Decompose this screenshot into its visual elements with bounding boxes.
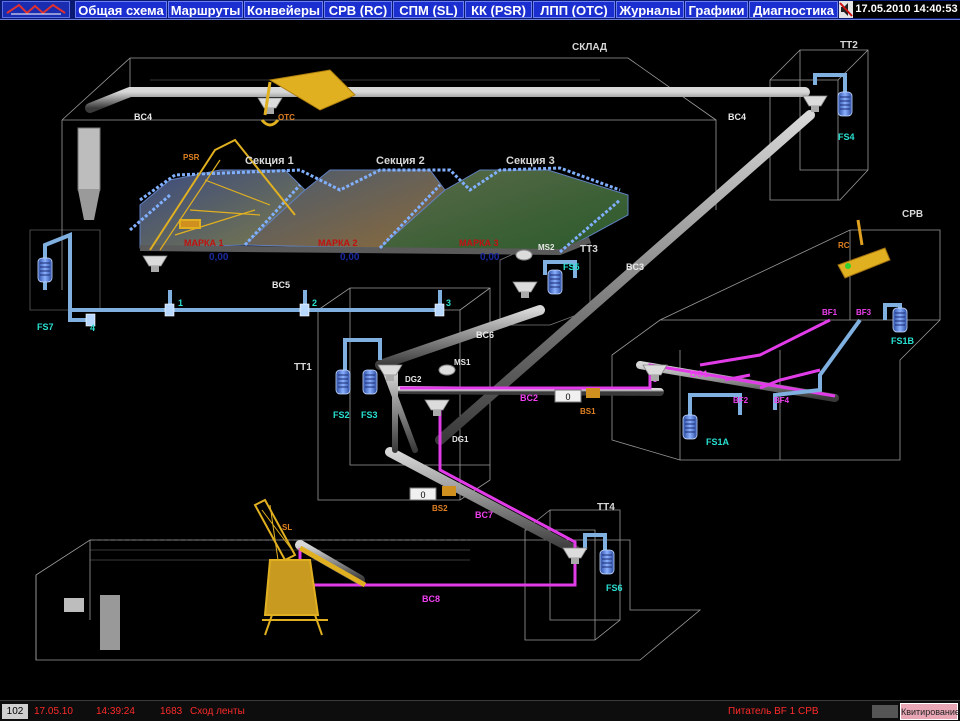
label-bf1: BF1 — [822, 308, 838, 317]
label-pipe1: 1 — [178, 298, 183, 308]
menu-overview[interactable]: Общая схема — [75, 1, 167, 18]
value-marka1: 0,00 — [209, 252, 229, 263]
label-section2: Секция 2 — [376, 155, 425, 167]
label-tt2: ТТ2 — [840, 40, 858, 51]
value-marka3: 0,00 — [480, 252, 500, 263]
label-marka3: МАРКА 3 — [459, 238, 499, 248]
tt2-frame — [769, 49, 869, 201]
label-rc: RC — [838, 241, 850, 250]
menu-lpp[interactable]: ЛПП (ОТС) — [533, 1, 615, 18]
label-bc2: BC2 — [520, 393, 538, 403]
label-bc4-right: BC4 — [728, 112, 746, 122]
menu-srv[interactable]: СРВ (RC) — [324, 1, 392, 18]
tank-fs1a — [682, 414, 698, 440]
tank-fs6 — [599, 549, 615, 575]
label-bc6: BC6 — [476, 330, 494, 340]
menu-kk[interactable]: КК (PSR) — [465, 1, 532, 18]
label-bc4-left: BC4 — [134, 112, 152, 122]
label-tt4: ТТ4 — [597, 502, 615, 513]
alarm-code: 1683 — [160, 706, 183, 717]
menu-spm[interactable]: СПМ (SL) — [393, 1, 464, 18]
alarm-indicator — [872, 705, 898, 718]
label-srv: СРВ — [902, 209, 923, 220]
label-psr: PSR — [183, 153, 200, 162]
belt-bc2[interactable] — [396, 386, 664, 396]
label-pipe3: 3 — [446, 298, 451, 308]
label-sklad: СКЛАД — [572, 42, 607, 53]
label-bc3: BC3 — [626, 262, 644, 272]
label-fs2: FS2 — [333, 410, 350, 420]
label-fs1b: FS1B — [891, 336, 915, 346]
label-bc7: BC7 — [475, 510, 493, 520]
label-fs7: FS7 — [37, 322, 54, 332]
label-fs1a: FS1A — [706, 437, 730, 447]
label-bc8: BC8 — [422, 594, 440, 604]
label-otc: OTC — [278, 113, 295, 122]
label-tt3: ТТ3 — [580, 244, 598, 255]
conveyor-mimic-diagram: 0 0 СКЛАД ТТ2 ТТ3 ТТ1 ТТ4 СРВ Секция 1 С… — [29, 40, 941, 661]
silo-left — [64, 127, 120, 650]
sound-mute-icon[interactable] — [839, 1, 853, 18]
alarm-time: 14:39:24 — [96, 706, 135, 717]
label-marka2: МАРКА 2 — [318, 238, 358, 248]
label-bc5: BC5 — [272, 280, 290, 290]
label-section3: Секция 3 — [506, 155, 555, 167]
conveyor-belts — [79, 87, 839, 594]
label-bs1: BS1 — [580, 407, 596, 416]
belt-bc7[interactable] — [385, 447, 580, 555]
value-marka2: 0,00 — [340, 252, 360, 263]
menu-routes[interactable]: Маршруты — [168, 1, 243, 18]
label-pipe4: 4 — [90, 323, 95, 333]
tank-fs5 — [547, 269, 563, 295]
menu-journals[interactable]: Журналы — [616, 1, 684, 18]
pipe-valves — [85, 303, 445, 327]
alarm-date: 17.05.10 — [34, 706, 73, 717]
label-ms2: MS2 — [538, 243, 555, 252]
label-dg2: DG2 — [405, 375, 422, 384]
logo[interactable] — [2, 1, 70, 18]
belt-bc4-top[interactable] — [85, 87, 810, 113]
label-section1: Секция 1 — [245, 155, 294, 167]
menu-graphs[interactable]: Графики — [685, 1, 748, 18]
label-dg1: DG1 — [452, 435, 469, 444]
tank-fs1b — [892, 307, 908, 333]
label-fs6: FS6 — [606, 583, 623, 593]
label-sl: SL — [282, 523, 292, 532]
alarm-source: Питатель BF 1 СРВ — [728, 706, 819, 717]
label-bs2: BS2 — [432, 504, 448, 513]
top-menu-bar: Общая схема Маршруты Конвейеры СРВ (RC) СПМ … — [0, 0, 960, 20]
tank-fs2 — [335, 369, 351, 395]
label-ms1: MS1 — [454, 358, 471, 367]
tank-fs4 — [837, 91, 853, 117]
clock-datetime: 17.05.2010 14:40:53 — [853, 1, 960, 18]
alarm-message: Сход ленты — [190, 706, 245, 717]
bs1-readout: 0 — [565, 392, 570, 402]
tank-fs3 — [362, 369, 378, 395]
label-tt1: ТТ1 — [294, 362, 312, 373]
label-fs4: FS4 — [838, 132, 855, 142]
logo-icon — [6, 3, 66, 15]
label-marka1: МАРКА 1 — [184, 238, 224, 248]
menu-diagnostics[interactable]: Диагностика — [749, 1, 838, 18]
bs2-readout: 0 — [420, 490, 425, 500]
shiploader-sl[interactable] — [253, 498, 367, 636]
label-bf3: BF3 — [856, 308, 872, 317]
alarm-count[interactable]: 102 — [2, 704, 28, 719]
acknowledge-button[interactable]: Квитирование — [900, 703, 960, 720]
label-pipe2: 2 — [312, 298, 317, 308]
label-bf4: BF4 — [774, 396, 790, 405]
label-fs5: FS5 — [563, 262, 580, 272]
scada-screen: Общая схема Маршруты Конвейеры СРВ (RC) СПМ … — [0, 0, 960, 721]
alarm-status-bar: 102 17.05.10 14:39:24 1683 Сход ленты Пи… — [0, 700, 960, 721]
label-bc1: BC1 — [690, 369, 708, 379]
tank-fs7 — [37, 257, 53, 283]
label-bf2: BF2 — [733, 396, 749, 405]
menu-conveyors[interactable]: Конвейеры — [244, 1, 323, 18]
label-fs3: FS3 — [361, 410, 378, 420]
